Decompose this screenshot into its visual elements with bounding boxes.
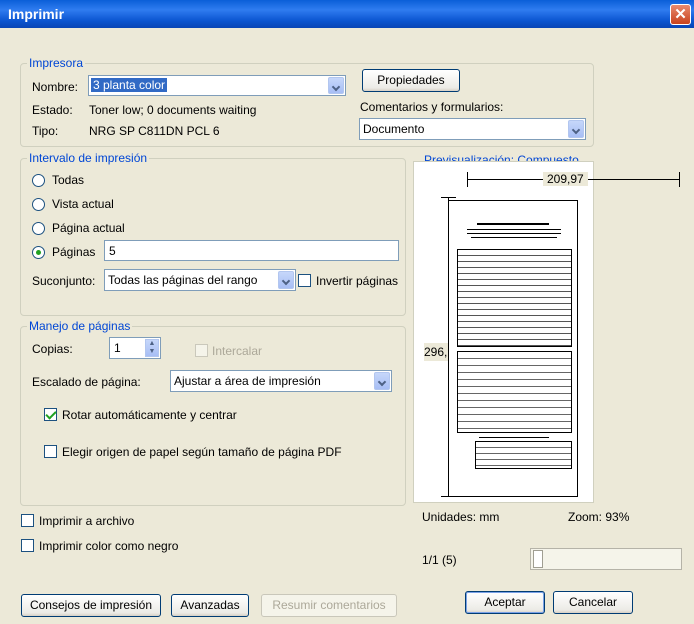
printer-status-value: Toner low; 0 documents waiting — [89, 103, 257, 117]
collate-checkbox[interactable] — [195, 344, 208, 357]
printer-type-value: NRG SP C811DN PCL 6 — [89, 124, 220, 138]
subset-value: Todas las páginas del rango — [108, 273, 258, 287]
printer-group-label: Impresora — [27, 56, 86, 70]
comments-forms-label: Comentarios y formularios: — [360, 100, 504, 114]
radio-current-page-label[interactable]: Página actual — [52, 221, 125, 235]
printing-tips-button[interactable]: Consejos de impresión — [21, 594, 161, 617]
printer-status-label: Estado: — [32, 103, 73, 117]
chevron-down-icon[interactable] — [278, 271, 294, 289]
width-dimension-value: 209,97 — [543, 172, 588, 186]
chevron-down-icon[interactable] — [328, 77, 344, 94]
printer-name-value: 3 planta color — [91, 78, 168, 92]
radio-current-view-label[interactable]: Vista actual — [52, 197, 114, 211]
doc-form-section — [457, 249, 572, 347]
copies-value: 1 — [114, 341, 121, 355]
reverse-pages-label[interactable]: Invertir páginas — [316, 274, 398, 288]
doc-subtitle-line — [467, 229, 561, 230]
doc-subtitle-line — [471, 237, 557, 238]
autorotate-label[interactable]: Rotar automáticamente y centrar — [62, 408, 237, 422]
properties-button[interactable]: Propiedades — [362, 69, 460, 92]
page-slider-track[interactable] — [530, 548, 682, 570]
units-label: Unidades: mm — [422, 510, 500, 524]
printer-name-label: Nombre: — [32, 80, 79, 94]
chevron-down-icon[interactable] — [568, 120, 584, 138]
title-bar: Imprimir ✕ — [0, 0, 694, 28]
scaling-value: Ajustar a área de impresión — [174, 374, 321, 388]
paper-source-label[interactable]: Elegir origen de papel según tamaño de p… — [62, 445, 342, 459]
page-thumbnail — [448, 200, 578, 497]
doc-section-title-line — [479, 437, 549, 438]
stepper-buttons[interactable]: ▲ ▼ — [145, 339, 159, 357]
pages-input[interactable]: 5 — [104, 240, 399, 261]
subset-select[interactable]: Todas las páginas del rango — [104, 269, 296, 291]
radio-pages-label[interactable]: Páginas — [52, 245, 95, 259]
copies-stepper[interactable]: 1 ▲ ▼ — [109, 337, 161, 359]
page-slider-thumb[interactable] — [533, 550, 543, 568]
width-dimension-left-tick — [467, 172, 468, 187]
pages-input-value: 5 — [109, 244, 116, 258]
zoom-label: Zoom: 93% — [568, 510, 630, 524]
page-counter: 1/1 (5) — [422, 553, 457, 567]
reverse-pages-checkbox[interactable] — [298, 274, 311, 287]
print-to-file-label[interactable]: Imprimir a archivo — [39, 514, 134, 528]
radio-pages[interactable] — [32, 246, 45, 259]
subset-label: Suconjunto: — [32, 274, 96, 288]
print-to-file-checkbox[interactable] — [21, 514, 34, 527]
printer-name-select[interactable]: 3 planta color — [88, 75, 346, 96]
width-dimension-right-tick — [679, 172, 680, 187]
printer-type-label: Tipo: — [32, 124, 59, 138]
stepper-up-icon[interactable]: ▲ — [146, 340, 158, 348]
stepper-down-icon[interactable]: ▼ — [146, 348, 158, 356]
color-as-black-checkbox[interactable] — [21, 539, 34, 552]
doc-subtitle-line — [467, 233, 561, 234]
window-title: Imprimir — [8, 6, 65, 22]
cancel-button[interactable]: Cancelar — [553, 591, 633, 614]
summarize-comments-button[interactable]: Resumir comentarios — [261, 594, 397, 617]
comments-forms-value: Documento — [363, 122, 425, 136]
page-handling-group-label: Manejo de páginas — [27, 319, 133, 333]
color-as-black-label[interactable]: Imprimir color como negro — [39, 539, 178, 553]
chevron-down-icon[interactable] — [374, 372, 390, 390]
height-dimension-top-tick — [441, 197, 456, 198]
collate-label: Intercalar — [212, 344, 263, 358]
scaling-select[interactable]: Ajustar a área de impresión — [170, 370, 392, 392]
radio-all-label[interactable]: Todas — [52, 173, 84, 187]
radio-current-view[interactable] — [32, 198, 45, 211]
doc-title-line — [477, 223, 549, 225]
copies-label: Copias: — [32, 342, 73, 356]
radio-all[interactable] — [32, 174, 45, 187]
radio-current-page[interactable] — [32, 222, 45, 235]
autorotate-checkbox[interactable] — [44, 408, 57, 421]
print-range-group-label: Intervalo de impresión — [27, 151, 150, 165]
doc-form-section — [457, 351, 572, 433]
comments-forms-select[interactable]: Documento — [359, 118, 586, 140]
doc-form-section — [475, 441, 572, 469]
ok-button[interactable]: Aceptar — [465, 591, 545, 614]
advanced-button[interactable]: Avanzadas — [171, 594, 249, 617]
close-button[interactable]: ✕ — [670, 4, 691, 25]
scaling-label: Escalado de página: — [32, 375, 141, 389]
paper-source-checkbox[interactable] — [44, 445, 57, 458]
